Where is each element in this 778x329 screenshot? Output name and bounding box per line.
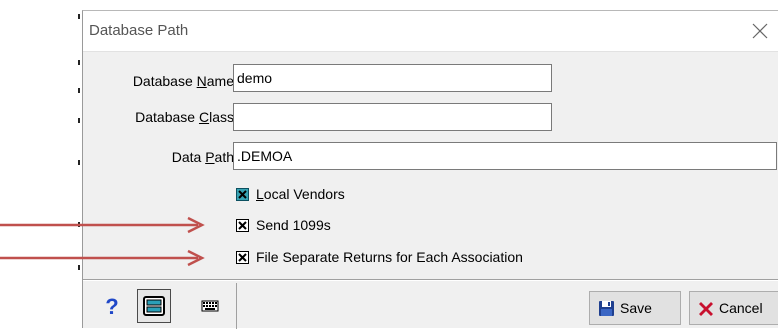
annotation-arrow-file-separate-returns <box>0 249 205 267</box>
local-vendors-checkbox-row[interactable]: Local Vendors <box>236 186 345 202</box>
annotation-arrow-send-1099s <box>0 216 205 234</box>
data-path-input[interactable] <box>233 142 777 170</box>
database-class-input[interactable] <box>233 103 552 131</box>
keyboard-icon <box>201 300 219 312</box>
scanner-icon <box>143 296 165 316</box>
file-separate-returns-label: File Separate Returns for Each Associati… <box>256 249 523 265</box>
keyboard-button[interactable] <box>193 289 227 323</box>
file-separate-returns-checkbox-row[interactable]: File Separate Returns for Each Associati… <box>236 249 523 265</box>
question-mark-icon: ? <box>105 294 118 318</box>
database-class-label: Database Class <box>135 109 234 125</box>
database-name-label: Database Name <box>132 73 234 89</box>
cancel-label: Cancel <box>719 300 763 316</box>
red-x-icon <box>699 302 713 316</box>
scan-button[interactable] <box>137 289 171 323</box>
local-vendors-checkbox[interactable] <box>236 187 249 201</box>
save-label: Save <box>620 300 652 316</box>
database-path-dialog: Database Path Database Name Database Cla… <box>82 10 778 329</box>
check-x-icon <box>238 189 247 199</box>
close-icon <box>752 23 768 39</box>
dialog-title: Database Path <box>89 22 189 39</box>
file-separate-returns-checkbox[interactable] <box>236 250 249 264</box>
check-x-icon <box>238 252 247 262</box>
title-bar: Database Path <box>83 11 778 52</box>
send-1099s-label: Send 1099s <box>256 217 331 233</box>
floppy-disk-icon <box>599 300 614 316</box>
save-button[interactable]: Save <box>589 291 681 325</box>
database-name-input[interactable] <box>233 64 552 92</box>
check-x-icon <box>238 220 247 230</box>
local-vendors-label: Local Vendors <box>256 186 345 202</box>
data-path-label: Data Path <box>171 149 234 165</box>
cancel-button[interactable]: Cancel <box>689 291 778 325</box>
send-1099s-checkbox-row[interactable]: Send 1099s <box>236 217 331 233</box>
close-button[interactable] <box>744 15 776 47</box>
toolbar-divider <box>236 283 237 329</box>
help-button[interactable]: ? <box>95 289 129 323</box>
background-edge-marks <box>78 10 81 328</box>
send-1099s-checkbox[interactable] <box>236 218 249 232</box>
svg-text:?: ? <box>105 294 118 318</box>
